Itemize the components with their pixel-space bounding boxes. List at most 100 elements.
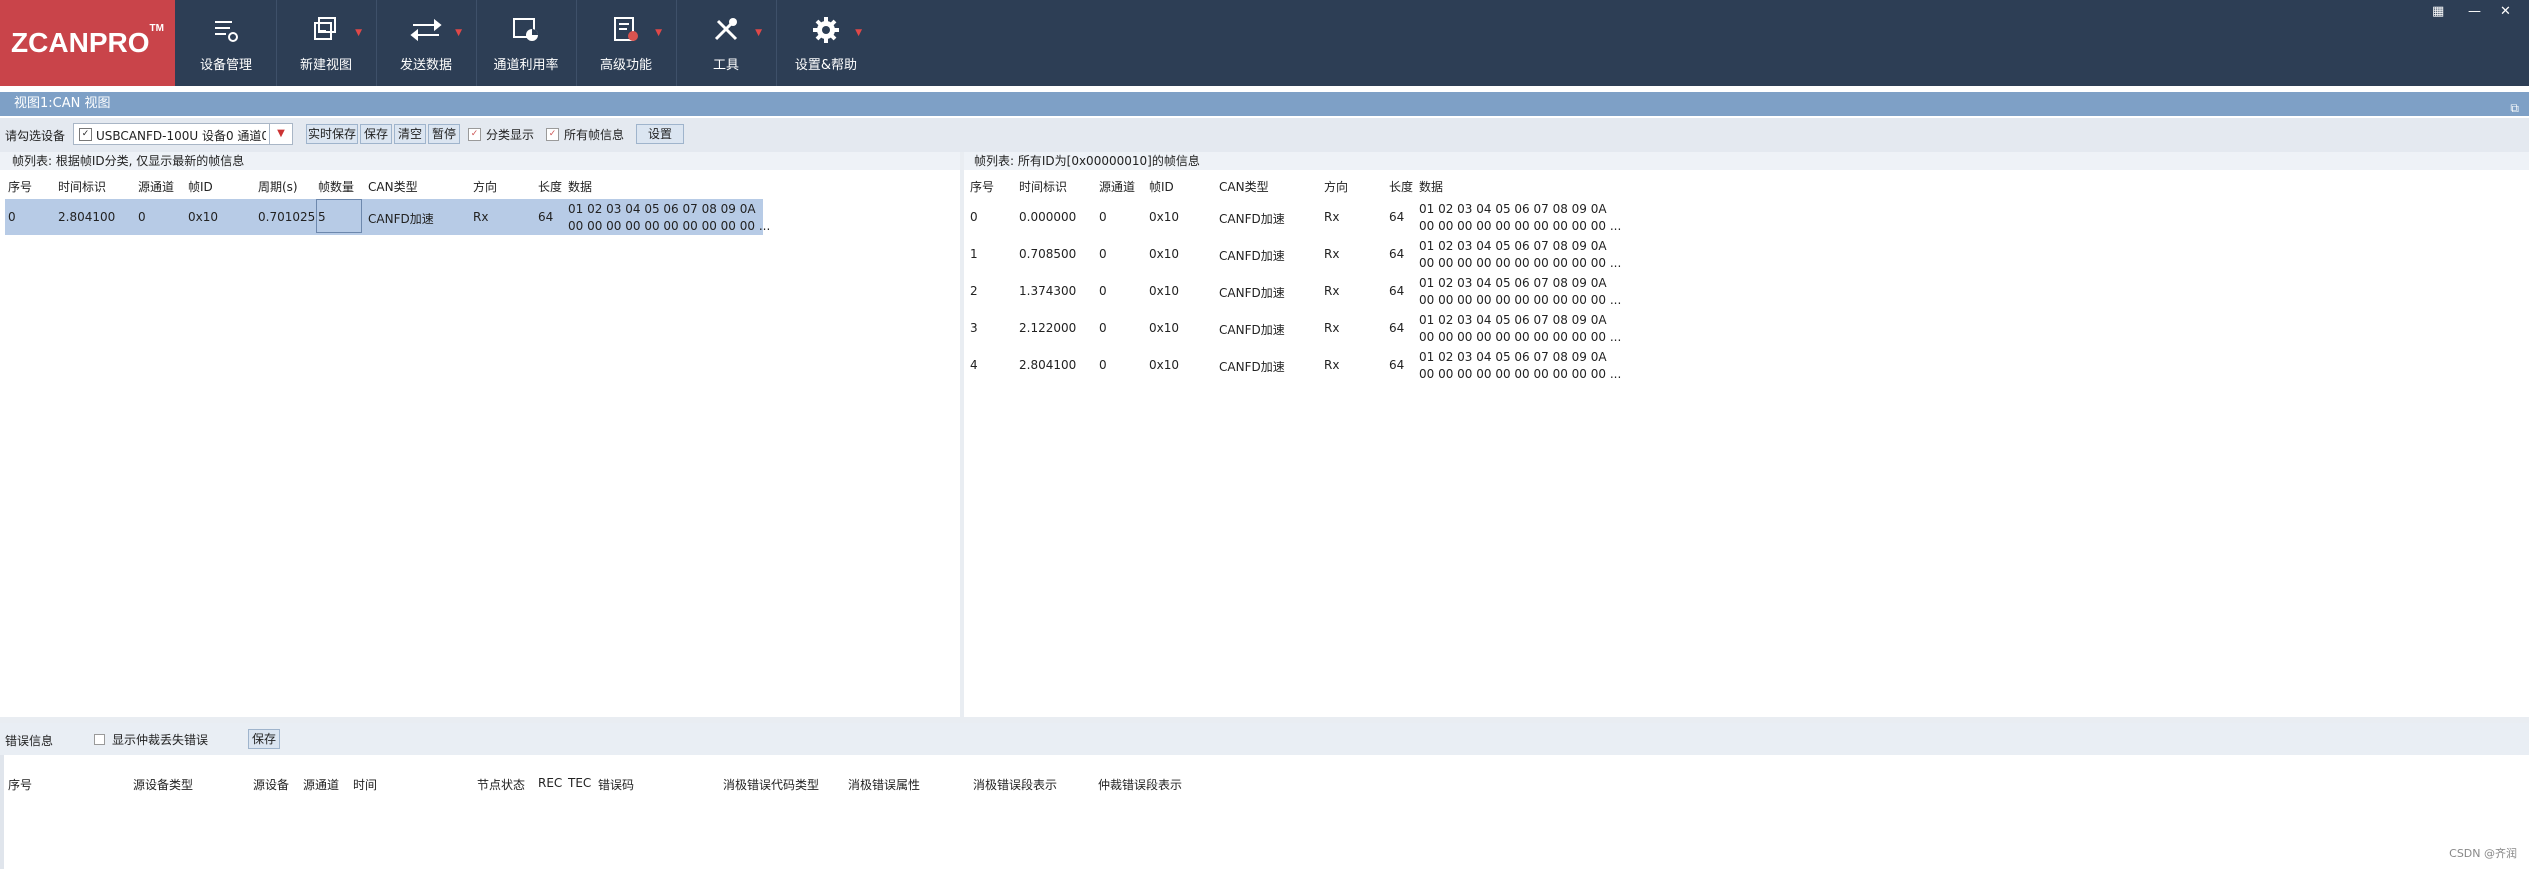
error-save-button[interactable]: 保存 [248,729,280,749]
right-panel-header: 帧列表: 所有ID为[0x00000010]的帧信息 [964,152,2529,170]
pause-button[interactable]: 暂停 [428,124,460,144]
device-manage-button[interactable]: 设备管理 [176,0,277,86]
restore-icon[interactable]: ⧉ [2510,96,2519,120]
cell-length: 64 [1389,358,1405,372]
panel-splitter[interactable] [960,152,964,717]
device-checkbox[interactable]: ✓ [79,128,92,141]
minimize-icon[interactable]: — [2468,4,2481,19]
select-device-label: 请勾选设备 [5,129,66,143]
left-edge [0,755,4,869]
cell-frame-id: 0x10 [1149,321,1180,335]
col-count[interactable]: 帧数量 [318,178,354,195]
cell-can-type: CANFD加速 [368,212,434,226]
cell-data-line1: 01 02 03 04 05 06 07 08 09 0A [1419,239,1607,253]
err-col-tec[interactable]: TEC [568,776,591,790]
cell-frame-id: 0x10 [188,210,219,224]
send-data-button[interactable]: 发送数据 ▼ [376,0,477,86]
cell-time: 2.122000 [1019,321,1077,335]
col-period[interactable]: 周期(s) [258,178,298,195]
cell-length: 64 [538,210,554,224]
channel-usage-label: 通道利用率 [493,58,559,73]
cell-channel: 0 [1099,358,1107,372]
settings-help-button[interactable]: 设置&帮助 ▼ [776,0,876,86]
left-panel-title: 帧列表: 根据帧ID分类, 仅显示最新的帧信息 [12,154,245,168]
err-col-error-code[interactable]: 错误码 [598,776,634,793]
cell-seq: 0 [970,210,978,224]
col-seq[interactable]: 序号 [8,178,32,195]
cell-can-type: CANFD加速 [1219,286,1285,300]
chevron-down-icon: ▼ [355,28,362,38]
col-can-type[interactable]: CAN类型 [368,178,418,195]
col-data[interactable]: 数据 [568,178,592,195]
save-button[interactable]: 保存 [360,124,392,144]
new-view-button[interactable]: 新建视图 ▼ [276,0,377,86]
chevron-down-icon: ▼ [855,28,862,38]
err-col-passive-seg[interactable]: 消极错误段表示 [973,776,1057,793]
col-data[interactable]: 数据 [1419,178,1443,195]
settings-button[interactable]: 设置 [636,124,684,144]
cell-time: 0.708500 [1019,247,1077,261]
cell-can-type: CANFD加速 [1219,249,1285,263]
cell-data-line2: 00 00 00 00 00 00 00 00 00 00 ... [1419,330,1622,344]
cell-direction: Rx [473,210,489,224]
err-col-rec[interactable]: REC [538,776,562,790]
error-panel-toolbar: 错误信息 显示仲裁丢失错误 保存 [0,723,2529,755]
err-col-channel[interactable]: 源通道 [303,776,339,793]
cell-direction: Rx [1324,210,1340,224]
err-col-time[interactable]: 时间 [353,776,377,793]
col-channel[interactable]: 源通道 [138,178,174,195]
col-length[interactable]: 长度 [1389,178,1413,195]
cell-data-line1: 01 02 03 04 05 06 07 08 09 0A [1419,202,1607,216]
grid-icon[interactable]: ▦ [2432,4,2444,19]
realtime-save-button[interactable]: 实时保存 [306,124,358,144]
col-can-type[interactable]: CAN类型 [1219,178,1269,195]
error-panel-title: 错误信息 [5,734,54,748]
col-channel[interactable]: 源通道 [1099,178,1135,195]
left-panel-header: 帧列表: 根据帧ID分类, 仅显示最新的帧信息 [0,152,960,170]
tools-button[interactable]: 工具 ▼ [676,0,777,86]
classify-checkbox[interactable]: ✓ [468,128,481,141]
err-col-passive-code-type[interactable]: 消极错误代码类型 [723,776,819,793]
err-col-arb-seg[interactable]: 仲裁错误段表示 [1098,776,1182,793]
cell-channel: 0 [1099,321,1107,335]
col-time[interactable]: 时间标识 [58,178,106,195]
col-frame-id[interactable]: 帧ID [188,178,213,195]
err-col-device[interactable]: 源设备 [253,776,289,793]
col-direction[interactable]: 方向 [473,178,497,195]
chevron-down-icon[interactable]: ▼ [269,124,292,144]
advanced-button[interactable]: 高级功能 ▼ [576,0,677,86]
cell-direction: Rx [1324,284,1340,298]
classify-label: 分类显示 [486,128,535,142]
clear-button[interactable]: 清空 [394,124,426,144]
cell-channel: 0 [1099,210,1107,224]
col-seq[interactable]: 序号 [970,178,994,195]
err-col-node-state[interactable]: 节点状态 [477,776,525,793]
err-col-passive-attr[interactable]: 消极错误属性 [848,776,920,793]
new-view-label: 新建视图 [299,58,352,73]
col-frame-id[interactable]: 帧ID [1149,178,1174,195]
cell-frame-id: 0x10 [1149,210,1180,224]
cell-frame-id: 0x10 [1149,247,1180,261]
close-icon[interactable]: ✕ [2500,4,2511,19]
settings-help-label: 设置&帮助 [794,58,858,73]
arbitration-loss-checkbox[interactable] [94,734,105,745]
cell-channel: 0 [1099,284,1107,298]
cell-can-type: CANFD加速 [1219,212,1285,226]
cell-data-line1: 01 02 03 04 05 06 07 08 09 0A [568,202,756,216]
cell-data-line2: 00 00 00 00 00 00 00 00 00 00 ... [1419,256,1622,270]
cell-channel: 0 [138,210,146,224]
send-data-label: 发送数据 [399,58,452,73]
cell-frame-id: 0x10 [1149,358,1180,372]
chevron-down-icon: ▼ [655,28,662,38]
col-time[interactable]: 时间标识 [1019,178,1067,195]
err-col-device-type[interactable]: 源设备类型 [133,776,193,793]
err-col-seq[interactable]: 序号 [8,776,32,793]
all-frames-checkbox[interactable]: ✓ [546,128,559,141]
channel-usage-button[interactable]: 通道利用率 [476,0,577,86]
device-select[interactable]: ✓ USBCANFD-100U 设备0 通道0 ▼ [73,123,293,145]
all-frames-label: 所有帧信息 [564,128,625,142]
cell-length: 64 [1389,210,1405,224]
col-length[interactable]: 长度 [538,178,562,195]
cell-direction: Rx [1324,321,1340,335]
col-direction[interactable]: 方向 [1324,178,1348,195]
